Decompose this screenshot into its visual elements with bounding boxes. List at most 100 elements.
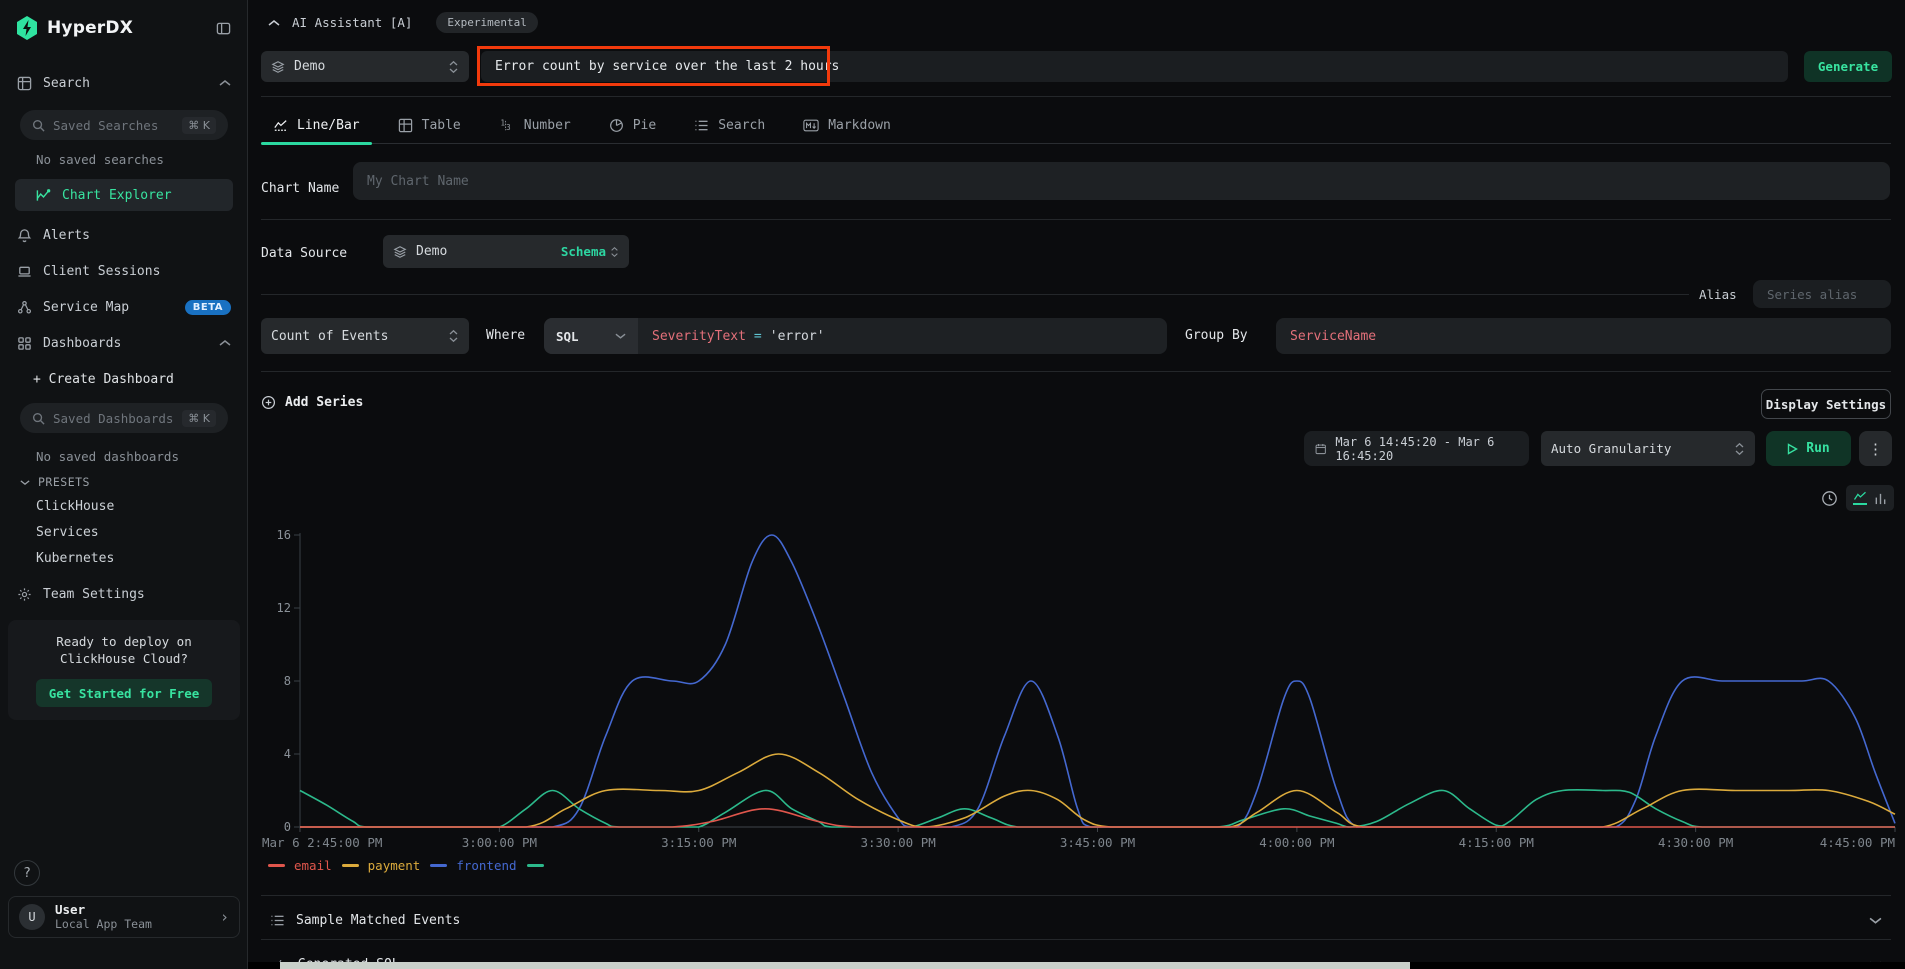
add-series-label: Add Series [285, 395, 363, 410]
sidebar-item-service-map[interactable]: Service Map BETA [0, 294, 247, 320]
play-icon [1787, 443, 1798, 455]
legend-item[interactable]: payment [342, 858, 421, 873]
help-button[interactable]: ? [14, 860, 40, 886]
legend-item[interactable]: email [268, 858, 332, 873]
sidebar-item-team-settings[interactable]: Team Settings [0, 581, 247, 607]
svg-text:0: 0 [284, 820, 291, 834]
chevron-up-icon[interactable] [219, 79, 231, 87]
where-expression-input[interactable]: SeverityText = 'error' [638, 318, 1167, 354]
promo-text: Ready to deploy on ClickHouse Cloud? [22, 633, 226, 667]
chart-legend: email payment frontend [268, 858, 544, 873]
data-source-select[interactable]: Demo Schema [383, 235, 629, 268]
create-dashboard-label: + Create Dashboard [33, 372, 174, 387]
language-select[interactable]: SQL [544, 318, 638, 354]
alias-input[interactable] [1753, 280, 1891, 308]
svg-text:3:45:00 PM: 3:45:00 PM [1060, 835, 1135, 850]
time-series-chart[interactable]: 0481216Mar 6 2:45:00 PM3:00:00 PM3:15:00… [248, 528, 1905, 854]
ai-prompt-input[interactable] [481, 51, 1788, 82]
select-chevrons-icon [1734, 442, 1745, 456]
svg-text:3:00:00 PM: 3:00:00 PM [462, 835, 537, 850]
assistant-source-select[interactable]: Demo [261, 51, 469, 82]
sidebar-item-search[interactable]: Search [0, 70, 247, 96]
table-icon [398, 118, 413, 133]
sidebar-item-chart-explorer[interactable]: Chart Explorer [15, 179, 233, 211]
markdown-icon [803, 119, 819, 132]
tab-label: Line/Bar [297, 118, 360, 133]
preset-clickhouse[interactable]: ClickHouse [0, 499, 247, 514]
svg-text:4:15:00 PM: 4:15:00 PM [1459, 835, 1534, 850]
tab-line-bar[interactable]: Line/Bar [261, 107, 372, 143]
chart-name-label: Chart Name [261, 181, 339, 196]
sample-matched-events-accordion[interactable]: Sample Matched Events [261, 903, 1891, 937]
add-series-button[interactable]: Add Series [261, 395, 363, 410]
group-by-label: Group By [1185, 328, 1248, 343]
laptop-icon [16, 263, 32, 279]
tab-table[interactable]: Table [386, 107, 473, 143]
user-menu[interactable]: U User Local App Team › [8, 896, 240, 938]
chart-type-toggle [1846, 485, 1894, 511]
run-button[interactable]: Run [1766, 431, 1851, 466]
display-settings-button[interactable]: Display Settings [1761, 389, 1891, 419]
sidebar-item-label: Alerts [43, 228, 90, 243]
svg-text:4: 4 [284, 747, 291, 761]
sidebar-search-label: Search [43, 76, 90, 91]
collapse-sidebar-icon[interactable] [216, 21, 231, 36]
aggregation-select[interactable]: Count of Events [261, 318, 469, 354]
sidebar-item-client-sessions[interactable]: Client Sessions [0, 258, 247, 284]
generate-button[interactable]: Generate [1804, 51, 1892, 82]
time-range-value: Mar 6 14:45:20 - Mar 6 16:45:20 [1335, 435, 1518, 463]
tab-number[interactable]: 13 Number [487, 107, 583, 143]
preset-services[interactable]: Services [0, 525, 247, 540]
tab-markdown[interactable]: Markdown [791, 107, 903, 143]
svg-text:3: 3 [506, 123, 511, 132]
chart-explorer-icon [35, 187, 51, 203]
granularity-select[interactable]: Auto Granularity [1541, 431, 1755, 466]
create-dashboard-button[interactable]: + Create Dashboard [0, 366, 247, 392]
svg-text:3:30:00 PM: 3:30:00 PM [860, 835, 935, 850]
layers-icon [393, 245, 407, 259]
scrollbar-thumb[interactable] [280, 962, 1410, 969]
saved-searches-placeholder: Saved Searches [53, 118, 182, 133]
search-section-icon [16, 75, 32, 91]
legend-item[interactable]: frontend [430, 858, 516, 873]
more-options-button[interactable]: ⋮ [1859, 431, 1892, 466]
line-chart-icon [273, 118, 288, 132]
divider [261, 939, 1891, 940]
get-started-button[interactable]: Get Started for Free [36, 679, 212, 707]
tab-search[interactable]: Search [682, 107, 777, 143]
preset-kubernetes[interactable]: Kubernetes [0, 551, 247, 566]
group-by-value: ServiceName [1290, 329, 1376, 344]
line-view-toggle[interactable] [1853, 491, 1867, 505]
divider [261, 895, 1891, 896]
no-saved-searches-text: No saved searches [0, 152, 247, 167]
magnifier-icon [32, 412, 45, 425]
chevron-up-icon [268, 19, 280, 27]
divider [261, 96, 1891, 97]
service-map-icon [16, 299, 32, 315]
sidebar-item-label: Service Map [43, 300, 129, 315]
sidebar-item-dashboards[interactable]: Dashboards [0, 330, 247, 356]
time-toggle-button[interactable] [1818, 487, 1840, 509]
tab-pie[interactable]: Pie [597, 107, 668, 143]
svg-text:16: 16 [277, 528, 291, 542]
where-label: Where [486, 328, 525, 343]
saved-dashboards-input[interactable]: Saved Dashboards ⌘ K [20, 403, 228, 433]
bar-view-toggle[interactable] [1874, 492, 1887, 505]
chevron-up-icon[interactable] [219, 339, 231, 347]
group-by-input[interactable]: ServiceName [1276, 318, 1891, 354]
chart-name-input[interactable] [353, 162, 1890, 200]
svg-text:Mar 6 2:45:00 PM: Mar 6 2:45:00 PM [262, 835, 382, 850]
sidebar-item-alerts[interactable]: Alerts [0, 222, 247, 248]
time-range-picker[interactable]: Mar 6 14:45:20 - Mar 6 16:45:20 [1304, 431, 1529, 466]
hyperdx-app: HyperDX Search Saved Searches ⌘ K No sav… [0, 0, 1905, 969]
where-operator: = [754, 329, 762, 344]
saved-searches-input[interactable]: Saved Searches ⌘ K [20, 110, 228, 140]
horizontal-scrollbar[interactable] [248, 962, 1905, 969]
presets-header[interactable]: PRESETS [0, 475, 247, 489]
schema-link[interactable]: Schema [561, 244, 619, 259]
ai-assistant-header[interactable]: AI Assistant [A] Experimental [268, 12, 538, 33]
legend-item[interactable] [527, 864, 544, 867]
user-team: Local App Team [55, 918, 220, 931]
magnifier-icon [32, 119, 45, 132]
logo-row: HyperDX [0, 10, 247, 46]
